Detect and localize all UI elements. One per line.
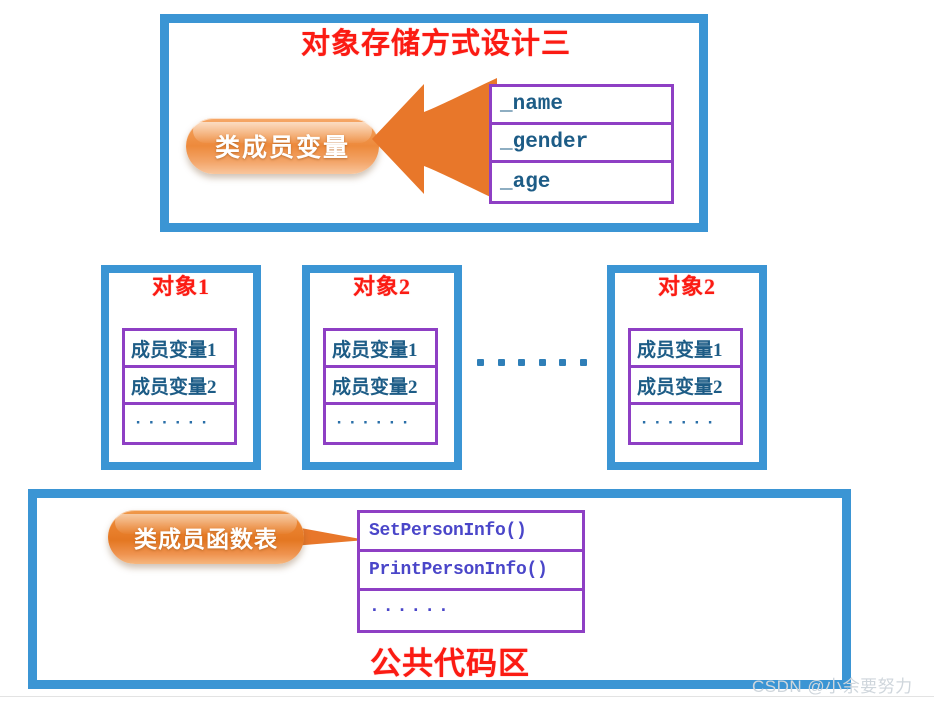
- object-box-1-title: 对象1: [151, 274, 210, 299]
- table-row: _age: [500, 170, 551, 194]
- dot-icon: [497, 358, 505, 366]
- table-row: 成员变量1: [326, 331, 435, 368]
- dot-icon: [518, 358, 526, 366]
- table-row: 成员变量1: [125, 331, 234, 368]
- table-row: SetPersonInfo(): [360, 513, 582, 552]
- table-row: _name: [492, 87, 671, 125]
- table-row: PrintPersonInfo(): [360, 552, 582, 591]
- object-box-2-member-table: 成员变量1 成员变量2 ······: [323, 328, 438, 445]
- dot-icon: [538, 358, 546, 366]
- top-panel-title: 对象存储方式设计三: [300, 28, 571, 60]
- class-member-variable-table: _name _gender _age: [489, 84, 674, 204]
- dot-icon: [579, 358, 587, 366]
- class-member-function-table: SetPersonInfo() PrintPersonInfo() ······: [357, 510, 585, 633]
- table-row: 成员变量1: [631, 331, 740, 368]
- dot-icon: [559, 358, 567, 366]
- ellipsis-between-object-boxes: [477, 352, 587, 372]
- callout-class-member-variable-label: 类成员变量: [214, 135, 350, 162]
- table-row: 成员变量2: [125, 368, 234, 405]
- object-box-3-title: 对象2: [657, 274, 716, 299]
- table-row: _gender: [492, 125, 671, 163]
- dot-icon: [477, 358, 484, 366]
- callout-class-member-variable: 类成员变量: [186, 118, 379, 174]
- bottom-panel-title: 公共代码区: [370, 646, 530, 681]
- csdn-watermark: CSDN @小余要努力: [752, 677, 913, 696]
- table-row: 成员变量2: [326, 368, 435, 405]
- callout-class-member-function-table-label: 类成员函数表: [134, 527, 278, 552]
- object-box-2-title: 对象2: [352, 274, 411, 299]
- object-box-3-member-table: 成员变量1 成员变量2 ······: [628, 328, 743, 445]
- left-arrow-icon: [372, 78, 497, 200]
- table-row: ······: [369, 600, 452, 621]
- table-row: ······: [133, 414, 213, 433]
- diagram-canvas: 对象存储方式设计三 类成员变量 _name _gender _age 对象1 成…: [0, 0, 934, 703]
- table-row: 成员变量2: [631, 368, 740, 405]
- object-box-1-member-table: 成员变量1 成员变量2 ······: [122, 328, 237, 445]
- callout-class-member-function-table-body: 类成员函数表: [108, 510, 304, 564]
- table-row: ······: [639, 414, 719, 433]
- callout-class-member-function-table: 类成员函数表: [108, 510, 366, 564]
- page-bottom-divider: [0, 696, 934, 697]
- table-row: ······: [334, 414, 414, 433]
